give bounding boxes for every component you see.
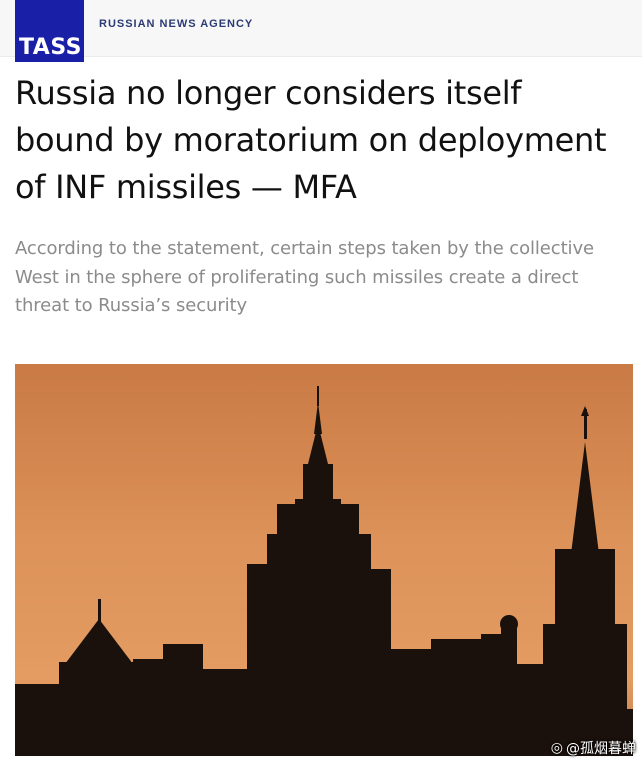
- weibo-icon: ◎: [550, 740, 563, 756]
- logo-text: TASS: [19, 35, 83, 60]
- article-photo: [15, 364, 633, 756]
- watermark-text: @孤烟暮蝉: [566, 741, 636, 757]
- agency-name: RUSSIAN NEWS AGENCY: [99, 18, 254, 30]
- watermark: ◎ @孤烟暮蝉: [551, 738, 636, 758]
- site-header: TASS RUSSIAN NEWS AGENCY: [0, 0, 642, 62]
- tass-logo[interactable]: TASS: [15, 0, 84, 62]
- article-lead: According to the statement, certain step…: [15, 238, 594, 316]
- skyline-photo: [15, 364, 633, 756]
- article-title: Russia no longer considers itself bound …: [15, 74, 607, 206]
